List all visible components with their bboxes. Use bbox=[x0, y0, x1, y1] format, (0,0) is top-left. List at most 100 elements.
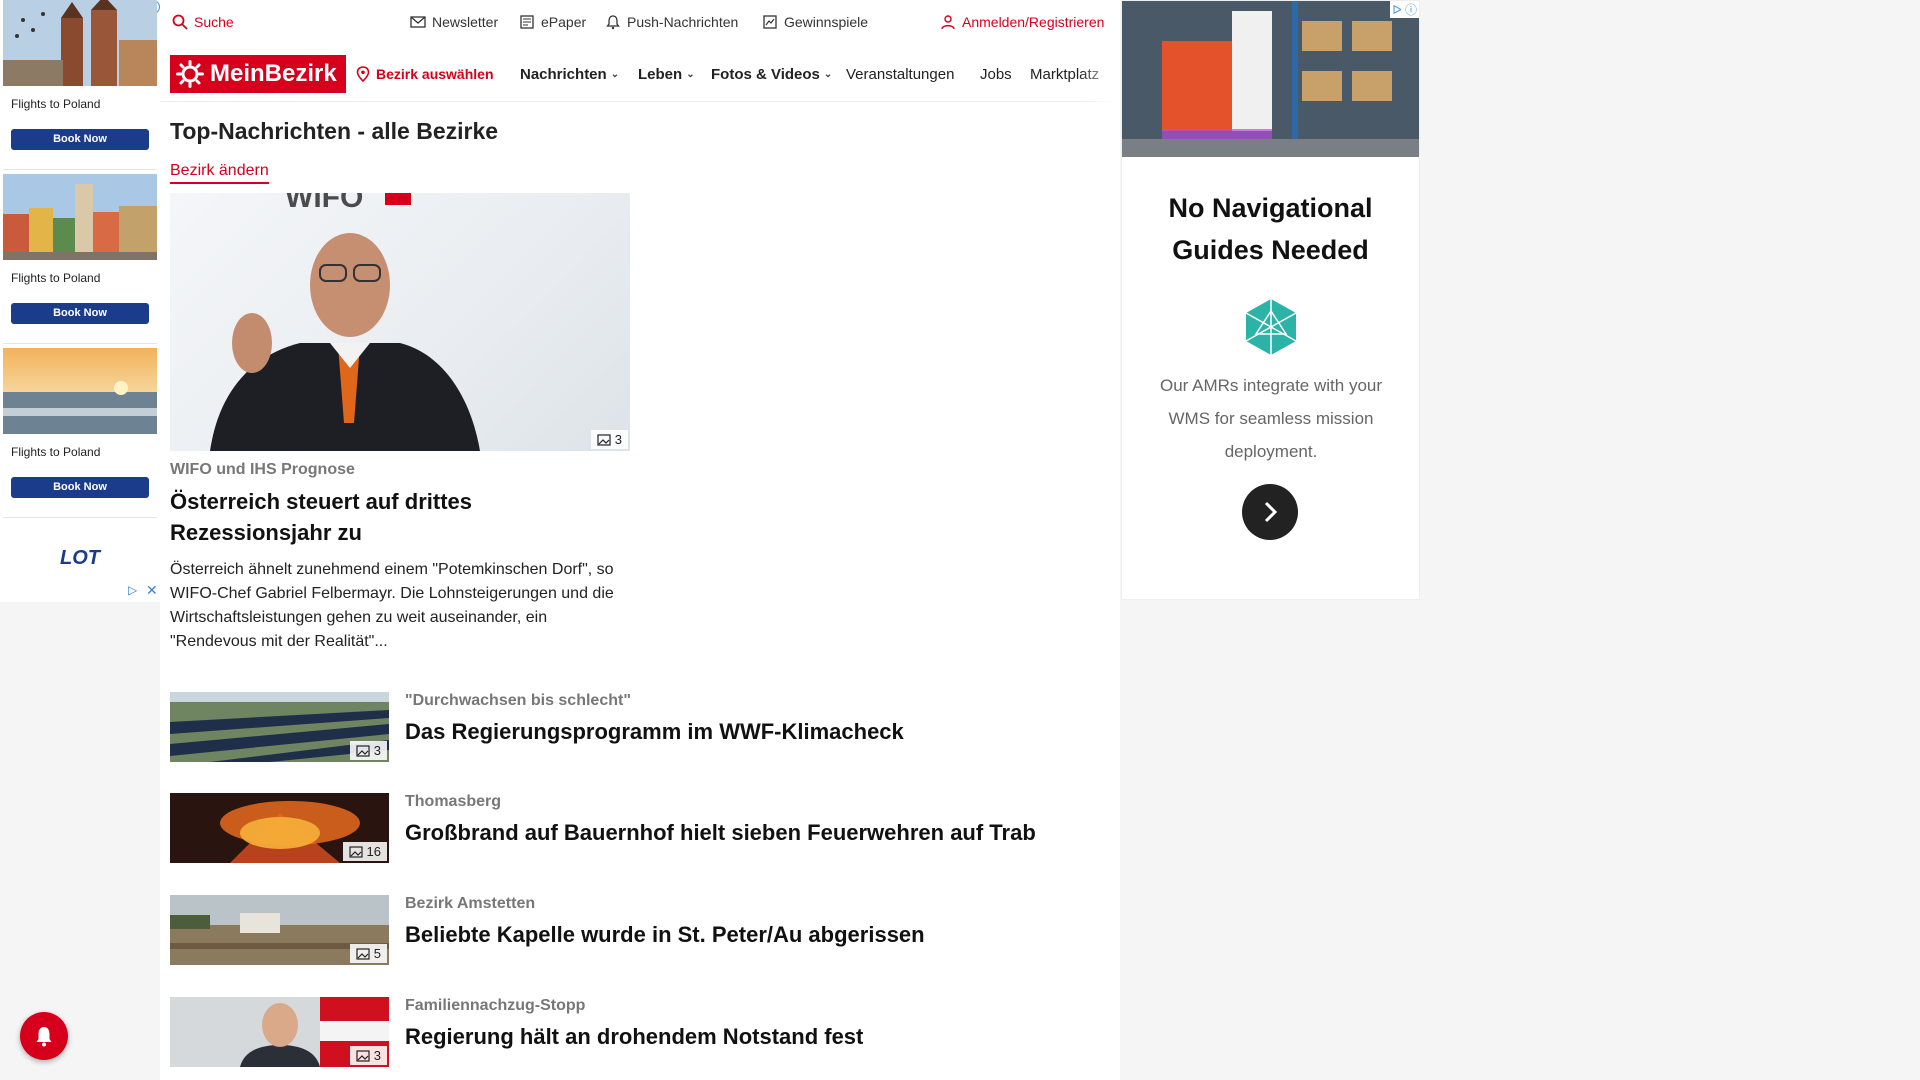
chevron-down-icon: ⌄ bbox=[686, 69, 695, 80]
book-now-button[interactable]: Book Now bbox=[11, 303, 149, 324]
ad-heading: No Navigational Guides Needed bbox=[1168, 193, 1373, 265]
newsletter-label: Newsletter bbox=[432, 14, 499, 30]
chevron-down-icon: ⌄ bbox=[823, 69, 833, 80]
article-headline[interactable]: Das Regierungsprogramm im WWF-Klimacheck bbox=[405, 719, 904, 745]
newsletter-link[interactable]: Newsletter bbox=[410, 14, 498, 30]
ad-caption: Flights to Poland bbox=[11, 97, 101, 111]
notifications-bell-button[interactable] bbox=[20, 1012, 68, 1060]
push-label: Push-Nachrichten bbox=[627, 14, 739, 30]
hero-photo: WIFO bbox=[210, 193, 480, 451]
ad-body: Our AMRs integrate with your WMS for sea… bbox=[1159, 376, 1383, 461]
main-navigation: MeinBezirk Bezirk auswählen Nachrichten ⌄… bbox=[160, 46, 1120, 102]
gallery-count-badge: 5 bbox=[349, 944, 387, 963]
article-kicker: Bezirk Amstetten bbox=[405, 895, 536, 912]
chevron-right-icon bbox=[1264, 501, 1278, 523]
user-icon bbox=[941, 15, 955, 30]
warehouse-robot-photo bbox=[1122, 1, 1419, 157]
ad-image-krakow bbox=[3, 0, 157, 86]
main-column: Suche Newsletter ePaper Push-Nachrichten… bbox=[160, 0, 1120, 1080]
district-selector-label: Bezirk auswählen bbox=[376, 66, 494, 82]
nav-item-nachrichten[interactable]: Nachrichten ⌄ bbox=[520, 66, 619, 83]
images-icon bbox=[356, 744, 370, 757]
newspaper-icon bbox=[520, 15, 534, 29]
district-selector[interactable]: Bezirk auswählen bbox=[356, 66, 494, 82]
article-kicker: Familiennachzug-Stopp bbox=[405, 997, 586, 1014]
list-item[interactable]: 5 Bezirk Amstetten Beliebte Kapelle wurd… bbox=[170, 895, 1110, 967]
nav-item-leben[interactable]: Leben ⌄ bbox=[638, 66, 695, 83]
nav-label: Leben bbox=[638, 66, 683, 83]
hero-kicker: WIFO und IHS Prognose bbox=[170, 461, 355, 478]
list-item[interactable]: 16 Thomasberg Großbrand auf Bauernhof hi… bbox=[170, 793, 1110, 865]
ad-choices-icon[interactable]: ᐅ ⓘ bbox=[1390, 1, 1419, 18]
images-icon bbox=[597, 433, 611, 446]
right-ad-banner[interactable]: ᐅ ⓘ No Navigational Guides Needed Our AM… bbox=[1121, 0, 1420, 600]
book-now-button[interactable]: Book Now bbox=[11, 129, 149, 150]
article-thumbnail: 3 bbox=[170, 997, 389, 1067]
search-label: Suche bbox=[194, 14, 234, 30]
brand-logo[interactable]: MeinBezirk bbox=[170, 55, 346, 93]
brand-sun-icon bbox=[176, 60, 204, 88]
book-now-button[interactable]: Book Now bbox=[11, 477, 149, 498]
brand-name: MeinBezirk bbox=[210, 60, 337, 87]
push-notifications-link[interactable]: Push-Nachrichten bbox=[605, 14, 738, 30]
article-thumbnail: 16 bbox=[170, 793, 389, 863]
article-kicker: "Durchwachsen bis schlecht" bbox=[405, 692, 631, 709]
nav-overflow-fade bbox=[1080, 46, 1120, 102]
ad-next-button[interactable] bbox=[1242, 484, 1298, 540]
bell-icon bbox=[606, 15, 620, 30]
gift-icon bbox=[763, 15, 777, 29]
gallery-count-badge: 3 bbox=[349, 741, 387, 760]
ad-close-icon[interactable]: ✕ bbox=[146, 582, 158, 599]
left-ad-banner[interactable]: i Flights to Poland Book Now Flights to … bbox=[0, 0, 160, 602]
images-icon bbox=[348, 845, 363, 858]
prizes-link[interactable]: Gewinnspiele bbox=[762, 14, 868, 30]
gallery-count: 3 bbox=[373, 743, 381, 758]
nav-label: Jobs bbox=[980, 66, 1012, 83]
nav-label: Fotos & Videos bbox=[711, 66, 820, 83]
ad-card-poznan[interactable]: Flights to Poland Book Now bbox=[3, 174, 157, 344]
ad-card-krakow[interactable]: Flights to Poland Book Now bbox=[3, 0, 157, 170]
adchoices-icon[interactable]: ▷ bbox=[128, 583, 137, 597]
gallery-count-badge: 3 bbox=[590, 430, 628, 449]
search-link[interactable]: Suche bbox=[172, 14, 234, 30]
location-pin-icon bbox=[356, 66, 370, 82]
article-headline[interactable]: Regierung hält an drohendem Notstand fes… bbox=[405, 1024, 863, 1050]
list-item[interactable]: 3 "Durchwachsen bis schlecht" Das Regier… bbox=[170, 692, 1110, 764]
ad-image-beach bbox=[3, 348, 157, 434]
hero-headline[interactable]: Österreich steuert auf drittes Rezession… bbox=[170, 486, 630, 548]
change-district-link[interactable]: Bezirk ändern bbox=[170, 162, 269, 184]
login-link[interactable]: Anmelden/Registrieren bbox=[940, 14, 1104, 30]
ad-card-beach[interactable]: Flights to Poland Book Now bbox=[3, 348, 157, 518]
chevron-down-icon: ⌄ bbox=[610, 69, 620, 80]
gallery-count: 3 bbox=[373, 1048, 381, 1063]
nav-label: Veranstaltungen bbox=[846, 66, 955, 83]
nav-item-veranstaltungen[interactable]: Veranstaltungen bbox=[846, 66, 954, 83]
lot-airline-logo[interactable]: LOT bbox=[50, 544, 110, 570]
ad-warehouse-image bbox=[1122, 1, 1419, 157]
search-icon bbox=[172, 14, 188, 30]
images-icon bbox=[356, 947, 370, 960]
page-title: Top-Nachrichten - alle Bezirke bbox=[170, 118, 499, 144]
gallery-count: 16 bbox=[366, 844, 381, 859]
list-item[interactable]: 3 Familiennachzug-Stopp Regierung hält a… bbox=[170, 997, 1110, 1069]
nav-label: Nachrichten bbox=[520, 66, 607, 83]
hero-article-image[interactable]: WIFO 3 bbox=[170, 193, 630, 451]
article-headline[interactable]: Großbrand auf Bauernhof hielt sieben Feu… bbox=[405, 820, 1036, 846]
hexagon-logo-icon bbox=[1245, 299, 1297, 355]
ad-caption: Flights to Poland bbox=[11, 445, 101, 459]
svg-text:WIFO: WIFO bbox=[285, 193, 363, 214]
mail-icon bbox=[410, 16, 426, 28]
article-headline[interactable]: Beliebte Kapelle wurde in St. Peter/Au a… bbox=[405, 922, 925, 948]
nav-item-fotos-videos[interactable]: Fotos & Videos ⌄ bbox=[711, 66, 832, 83]
ad-caption: Flights to Poland bbox=[11, 271, 101, 285]
article-thumbnail: 5 bbox=[170, 895, 389, 965]
ad-image-poznan bbox=[3, 174, 157, 260]
epaper-link[interactable]: ePaper bbox=[519, 14, 586, 30]
nav-item-jobs[interactable]: Jobs bbox=[980, 66, 1012, 83]
article-thumbnail: 3 bbox=[170, 692, 389, 762]
images-icon bbox=[356, 1049, 370, 1062]
gallery-count: 5 bbox=[373, 946, 381, 961]
lot-logo-text: LOT bbox=[60, 547, 102, 569]
login-label: Anmelden/Registrieren bbox=[962, 14, 1105, 30]
prizes-label: Gewinnspiele bbox=[784, 14, 869, 30]
